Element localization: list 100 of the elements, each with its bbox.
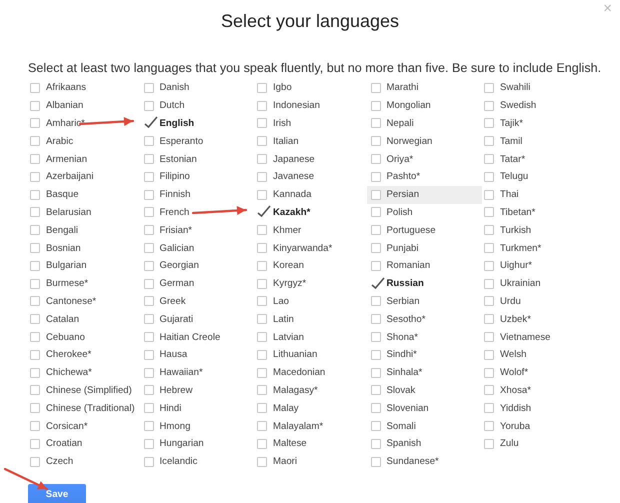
checkbox[interactable] xyxy=(144,136,154,146)
language-label[interactable]: Latin xyxy=(273,314,294,325)
language-label[interactable]: Haitian Creole xyxy=(160,332,220,343)
checkbox[interactable] xyxy=(484,118,494,128)
checkbox[interactable] xyxy=(30,332,40,342)
language-label[interactable]: Marathi xyxy=(386,82,418,94)
language-label[interactable]: Kinyarwanda* xyxy=(273,242,332,254)
language-label[interactable]: Catalan xyxy=(46,314,80,325)
checkbox[interactable] xyxy=(144,225,154,236)
language-label[interactable]: Danish xyxy=(160,82,190,94)
checkbox[interactable] xyxy=(257,260,267,271)
language-label[interactable]: Bulgarian xyxy=(46,260,87,272)
checkbox[interactable] xyxy=(370,296,380,306)
language-label[interactable]: Latvian xyxy=(273,332,304,343)
language-label[interactable]: Turkish xyxy=(500,224,532,236)
checkbox[interactable] xyxy=(370,350,380,360)
checkbox[interactable] xyxy=(30,136,40,146)
language-label[interactable]: Lithuanian xyxy=(273,349,318,360)
language-label[interactable]: Uzbek* xyxy=(500,314,531,325)
checkbox[interactable] xyxy=(144,82,154,93)
checkbox[interactable] xyxy=(257,296,267,306)
checkbox[interactable] xyxy=(484,385,494,396)
checkbox[interactable] xyxy=(370,207,380,218)
checkbox[interactable] xyxy=(30,278,40,289)
checkbox[interactable] xyxy=(370,136,380,146)
checkbox[interactable] xyxy=(370,421,380,432)
language-label[interactable]: German xyxy=(160,278,194,290)
checkbox[interactable] xyxy=(30,350,40,360)
checkbox[interactable] xyxy=(484,225,494,236)
checkbox[interactable] xyxy=(257,314,267,324)
checkbox[interactable] xyxy=(484,332,494,342)
language-label[interactable]: Slovak xyxy=(386,384,416,396)
hovered-row[interactable]: Persian xyxy=(366,186,482,204)
checkbox[interactable] xyxy=(257,332,267,342)
checkbox[interactable] xyxy=(30,225,40,236)
checkbox[interactable] xyxy=(484,243,494,254)
checkbox[interactable] xyxy=(257,278,267,289)
language-label[interactable]: Vietnamese xyxy=(500,332,550,343)
language-label[interactable]: Kazakh* xyxy=(273,206,310,218)
checkbox[interactable] xyxy=(484,314,494,324)
language-label[interactable]: French xyxy=(160,206,190,218)
checkbox[interactable] xyxy=(144,421,154,432)
language-label[interactable]: Georgian xyxy=(160,260,199,272)
checkbox[interactable] xyxy=(30,82,40,93)
checkbox[interactable] xyxy=(144,100,154,111)
checkbox[interactable] xyxy=(30,154,40,164)
checkbox[interactable] xyxy=(257,82,267,93)
language-label[interactable]: Lao xyxy=(273,296,290,307)
checkbox[interactable] xyxy=(484,438,494,449)
language-label[interactable]: Sindhi* xyxy=(386,349,417,360)
checkbox[interactable] xyxy=(257,350,267,360)
language-label[interactable]: Sundanese* xyxy=(386,456,439,468)
checkbox[interactable] xyxy=(257,172,267,182)
checkbox[interactable] xyxy=(370,368,380,378)
checkbox[interactable] xyxy=(30,421,40,432)
language-label[interactable]: Irish xyxy=(273,118,292,129)
language-label[interactable]: Khmer xyxy=(273,224,302,236)
checkbox[interactable] xyxy=(257,118,267,128)
language-label[interactable]: Greek xyxy=(160,296,186,307)
checkbox[interactable] xyxy=(144,350,154,360)
language-label[interactable]: Cherokee* xyxy=(46,349,92,360)
language-label[interactable]: Romanian xyxy=(386,260,430,272)
language-label[interactable]: Afrikaans xyxy=(46,82,86,94)
language-label[interactable]: Kyrgyz* xyxy=(273,278,306,290)
language-label[interactable]: Frisian* xyxy=(160,224,192,236)
checkbox[interactable] xyxy=(370,403,380,414)
language-label[interactable]: Basque xyxy=(46,189,79,200)
checkbox[interactable] xyxy=(144,456,154,467)
language-label[interactable]: Czech xyxy=(46,456,74,468)
language-label[interactable]: Yiddish xyxy=(500,402,532,414)
checkbox[interactable] xyxy=(257,368,267,378)
checkbox[interactable] xyxy=(144,385,154,396)
language-label[interactable]: Hindi xyxy=(160,402,182,414)
language-label[interactable]: Armenian xyxy=(46,154,88,165)
language-label[interactable]: Indonesian xyxy=(273,100,320,112)
language-label[interactable]: Cebuano xyxy=(46,332,85,343)
checkbox[interactable] xyxy=(370,260,380,271)
checkbox[interactable] xyxy=(484,172,494,182)
language-label[interactable]: Malagasy* xyxy=(273,384,318,396)
checkbox[interactable] xyxy=(144,260,154,271)
checkbox[interactable] xyxy=(257,243,267,254)
checkbox[interactable] xyxy=(30,296,40,306)
language-label[interactable]: Urdu xyxy=(500,296,521,307)
checkbox[interactable] xyxy=(257,385,267,396)
checkbox[interactable] xyxy=(370,225,380,236)
checkbox[interactable] xyxy=(370,438,380,449)
language-label[interactable]: Korean xyxy=(273,260,304,272)
language-label[interactable]: Malayalam* xyxy=(273,420,324,432)
checkbox[interactable] xyxy=(484,190,494,200)
checkbox[interactable] xyxy=(370,172,380,182)
checkbox[interactable] xyxy=(30,456,40,467)
language-label[interactable]: Telugu xyxy=(500,171,528,182)
checkbox[interactable] xyxy=(484,82,494,93)
language-label[interactable]: Icelandic xyxy=(160,456,198,468)
checkbox[interactable] xyxy=(30,314,40,324)
language-label[interactable]: Wolof* xyxy=(500,367,528,378)
checkbox[interactable] xyxy=(144,368,154,378)
language-label[interactable]: Estonian xyxy=(160,154,197,165)
checkbox[interactable] xyxy=(30,438,40,449)
language-label[interactable]: Tatar* xyxy=(500,154,526,165)
